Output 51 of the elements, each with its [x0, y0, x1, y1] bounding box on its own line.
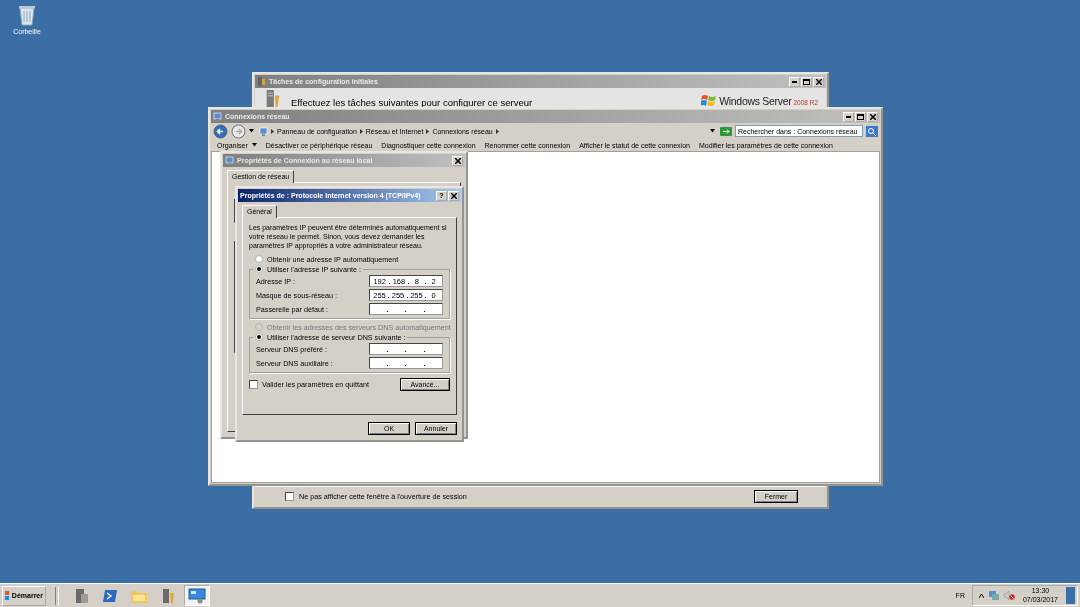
close-button[interactable] — [448, 190, 459, 201]
chevron-icon — [495, 128, 499, 134]
maximize-button[interactable] — [801, 76, 812, 87]
maximize-icon — [803, 78, 810, 85]
minimize-icon — [846, 115, 851, 118]
close-icon — [454, 157, 461, 164]
refresh-icon[interactable] — [720, 126, 732, 136]
server-icon — [73, 587, 89, 604]
recycle-bin-icon[interactable] — [17, 4, 37, 26]
logo-text: Windows Server — [719, 95, 792, 107]
close-icon — [450, 192, 457, 199]
windows-flag-icon — [5, 591, 10, 600]
checkbox[interactable] — [249, 380, 258, 390]
checkbox[interactable] — [285, 492, 294, 501]
control-panel-icon — [259, 126, 268, 136]
network-monitor-icon — [188, 587, 206, 604]
maximize-button[interactable] — [855, 111, 866, 122]
chevron-icon — [271, 128, 274, 134]
windows-flag-logo — [701, 94, 718, 108]
chevron-icon — [359, 128, 363, 134]
address-caret-icon — [710, 129, 715, 133]
network-icon — [213, 112, 222, 121]
ip-address-field[interactable] — [369, 303, 443, 316]
caret-icon — [251, 143, 257, 147]
taskbar-button[interactable] — [184, 585, 210, 606]
maximize-icon — [857, 113, 864, 120]
radio-button[interactable] — [255, 333, 263, 342]
ip-address-field[interactable] — [369, 343, 443, 356]
close-button[interactable] — [813, 76, 824, 87]
close-icon — [815, 78, 822, 85]
radio-button[interactable] — [255, 265, 263, 274]
close-icon — [869, 113, 876, 120]
radio-button[interactable] — [255, 255, 263, 264]
chevron-icon[interactable] — [978, 592, 984, 599]
search-icon[interactable] — [866, 125, 878, 137]
heading: Effectuez les tâches suivantes pour configurer ce serveur — [291, 97, 534, 108]
forward-button[interactable] — [231, 123, 246, 139]
tools-icon — [257, 77, 266, 86]
close-button[interactable] — [867, 111, 878, 122]
back-button[interactable] — [213, 123, 228, 139]
chevron-icon — [426, 128, 430, 134]
minimize-button[interactable] — [843, 111, 854, 122]
minimize-button[interactable] — [789, 76, 800, 87]
network-adapter-icon — [225, 156, 234, 165]
server-tools-icon — [160, 587, 176, 604]
terminal-icon — [102, 587, 118, 604]
close-button[interactable] — [452, 155, 463, 166]
minimize-icon — [792, 80, 797, 83]
history-caret-icon — [249, 129, 254, 133]
speaker-muted-icon[interactable] — [1002, 590, 1015, 601]
ip-address-field[interactable] — [369, 357, 443, 370]
